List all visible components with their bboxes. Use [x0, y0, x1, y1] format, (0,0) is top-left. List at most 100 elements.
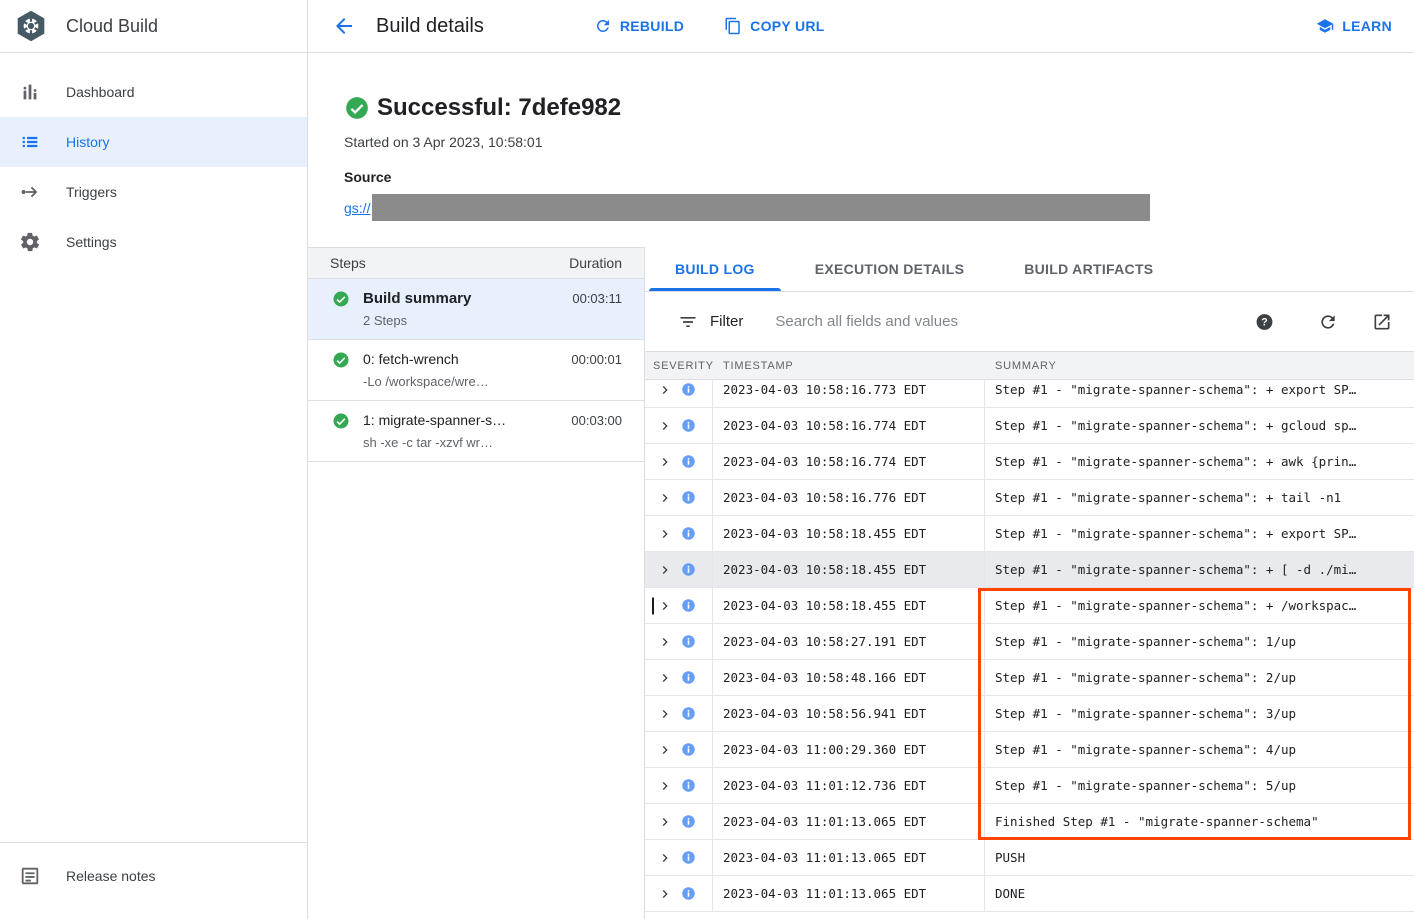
log-timestamp: 2023-04-03 10:58:56.941 EDT [713, 696, 985, 731]
open-in-new-icon[interactable] [1372, 312, 1392, 332]
log-timestamp: 2023-04-03 10:58:48.166 EDT [713, 660, 985, 695]
history-icon [18, 130, 42, 154]
info-icon [681, 706, 696, 721]
expand-chevron-icon[interactable] [657, 526, 673, 542]
steps-column-label: Steps [330, 255, 366, 271]
log-row[interactable]: 2023-04-03 10:58:16.774 EDT Step #1 - "m… [645, 408, 1414, 444]
learn-label: LEARN [1342, 18, 1392, 34]
copy-url-button[interactable]: COPY URL [724, 17, 825, 35]
log-severity-cell [645, 444, 713, 479]
settings-icon [18, 230, 42, 254]
info-icon [681, 454, 696, 469]
step-row[interactable]: 1: migrate-spanner-s… sh -xe -c tar -xzv… [308, 401, 644, 462]
log-summary: Step #1 - "migrate-spanner-schema": 2/up [985, 660, 1414, 695]
log-severity-cell [645, 732, 713, 767]
step-title: Build summary [363, 288, 562, 309]
expand-chevron-icon[interactable] [657, 886, 673, 902]
tab-build-log[interactable]: BUILD LOG [645, 247, 785, 291]
tab-execution-details[interactable]: EXECUTION DETAILS [785, 247, 995, 291]
log-summary: Step #1 - "migrate-spanner-schema": + /w… [985, 588, 1414, 623]
log-severity-cell [645, 480, 713, 515]
log-row[interactable]: 2023-04-03 10:58:27.191 EDT Step #1 - "m… [645, 624, 1414, 660]
expand-chevron-icon[interactable] [657, 742, 673, 758]
log-table-header: SEVERITY TIMESTAMP SUMMARY [645, 351, 1414, 380]
sidebar-item-release-notes[interactable]: Release notes [0, 851, 307, 901]
tab-label: EXECUTION DETAILS [815, 261, 965, 277]
expand-chevron-icon[interactable] [657, 814, 673, 830]
expand-chevron-icon[interactable] [657, 670, 673, 686]
step-row[interactable]: 0: fetch-wrench -Lo /workspace/wre… 00:0… [308, 340, 644, 401]
log-row[interactable]: 2023-04-03 11:01:13.065 EDT PUSH [645, 840, 1414, 876]
log-row[interactable]: 2023-04-03 11:01:13.065 EDT Finished Ste… [645, 804, 1414, 840]
expand-chevron-icon[interactable] [657, 850, 673, 866]
sidebar-nav: Dashboard History Triggers Settings [0, 53, 307, 267]
help-icon[interactable]: ? [1255, 312, 1274, 331]
log-row[interactable]: 2023-04-03 11:00:29.360 EDT Step #1 - "m… [645, 732, 1414, 768]
build-started-text: Started on 3 Apr 2023, 10:58:01 [344, 134, 1414, 151]
source-label: Source [344, 169, 1414, 185]
step-success-check-icon [332, 351, 350, 369]
log-row[interactable]: 2023-04-03 11:01:13.065 EDT DONE [645, 876, 1414, 912]
filter-icon [678, 312, 698, 332]
tab-bar: BUILD LOG EXECUTION DETAILS BUILD ARTIFA… [645, 247, 1414, 292]
info-icon [681, 418, 696, 433]
log-row[interactable]: 2023-04-03 10:58:16.773 EDT Step #1 - "m… [645, 380, 1414, 408]
refresh-log-icon[interactable] [1318, 312, 1338, 332]
sidebar-item-settings[interactable]: Settings [0, 217, 307, 267]
log-row[interactable]: 2023-04-03 10:58:16.774 EDT Step #1 - "m… [645, 444, 1414, 480]
expand-chevron-icon[interactable] [657, 490, 673, 506]
expand-chevron-icon[interactable] [657, 454, 673, 470]
step-duration: 00:00:01 [561, 349, 622, 370]
sidebar-item-triggers[interactable]: Triggers [0, 167, 307, 217]
log-timestamp: 2023-04-03 10:58:16.774 EDT [713, 444, 985, 479]
rebuild-label: REBUILD [620, 18, 684, 34]
log-summary: Step #1 - "migrate-spanner-schema": + gc… [985, 408, 1414, 443]
info-icon [681, 598, 696, 613]
step-success-check-icon [332, 412, 350, 430]
step-duration: 00:03:00 [561, 410, 622, 431]
sidebar-item-label: Settings [66, 234, 117, 250]
log-summary: Step #1 - "migrate-spanner-schema": 5/up [985, 768, 1414, 803]
log-row[interactable]: 2023-04-03 10:58:18.455 EDT Step #1 - "m… [645, 588, 1414, 624]
log-timestamp: 2023-04-03 10:58:18.455 EDT [713, 588, 985, 623]
info-icon [681, 526, 696, 541]
step-text: 0: fetch-wrench -Lo /workspace/wre… [363, 349, 561, 391]
expand-chevron-icon[interactable] [657, 778, 673, 794]
expand-chevron-icon[interactable] [657, 634, 673, 650]
log-row[interactable]: 2023-04-03 10:58:18.455 EDT Step #1 - "m… [645, 516, 1414, 552]
expand-chevron-icon[interactable] [657, 706, 673, 722]
expand-chevron-icon[interactable] [657, 562, 673, 578]
sidebar-item-dashboard[interactable]: Dashboard [0, 67, 307, 117]
back-arrow-icon[interactable] [332, 14, 356, 38]
learn-icon [1316, 17, 1334, 35]
step-row[interactable]: Build summary 2 Steps 00:03:11 [308, 279, 644, 340]
log-severity-cell [645, 380, 713, 407]
learn-button[interactable]: LEARN [1316, 17, 1392, 35]
tab-build-artifacts[interactable]: BUILD ARTIFACTS [994, 247, 1183, 291]
source-link[interactable]: gs:// [344, 200, 370, 216]
dashboard-icon [18, 80, 42, 104]
log-timestamp: 2023-04-03 11:01:13.065 EDT [713, 840, 985, 875]
expand-chevron-icon[interactable] [657, 598, 673, 614]
build-details-toolbar: Build details REBUILD COPY URL LEARN [308, 0, 1414, 53]
log-timestamp: 2023-04-03 10:58:27.191 EDT [713, 624, 985, 659]
expand-chevron-icon[interactable] [657, 382, 673, 398]
log-row[interactable]: 2023-04-03 10:58:56.941 EDT Step #1 - "m… [645, 696, 1414, 732]
log-summary: Step #1 - "migrate-spanner-schema": + aw… [985, 444, 1414, 479]
sidebar-item-history[interactable]: History [0, 117, 307, 167]
log-row[interactable]: 2023-04-03 11:01:12.736 EDT Step #1 - "m… [645, 768, 1414, 804]
step-subtitle: sh -xe -c tar -xzvf wr… [363, 433, 561, 452]
rebuild-button[interactable]: REBUILD [594, 17, 684, 35]
log-search-input[interactable] [775, 313, 1255, 330]
log-row[interactable]: 2023-04-03 10:58:48.166 EDT Step #1 - "m… [645, 660, 1414, 696]
release-notes-icon [18, 864, 42, 888]
log-row[interactable]: 2023-04-03 10:58:18.455 EDT Step #1 - "m… [645, 552, 1414, 588]
log-row[interactable]: 2023-04-03 10:58:16.776 EDT Step #1 - "m… [645, 480, 1414, 516]
log-severity-cell [645, 588, 713, 623]
expand-chevron-icon[interactable] [657, 418, 673, 434]
log-timestamp: 2023-04-03 11:00:29.360 EDT [713, 732, 985, 767]
rebuild-refresh-icon [594, 17, 612, 35]
svg-text:?: ? [1261, 317, 1268, 329]
step-title: 0: fetch-wrench [363, 349, 561, 370]
log-severity-cell [645, 876, 713, 911]
